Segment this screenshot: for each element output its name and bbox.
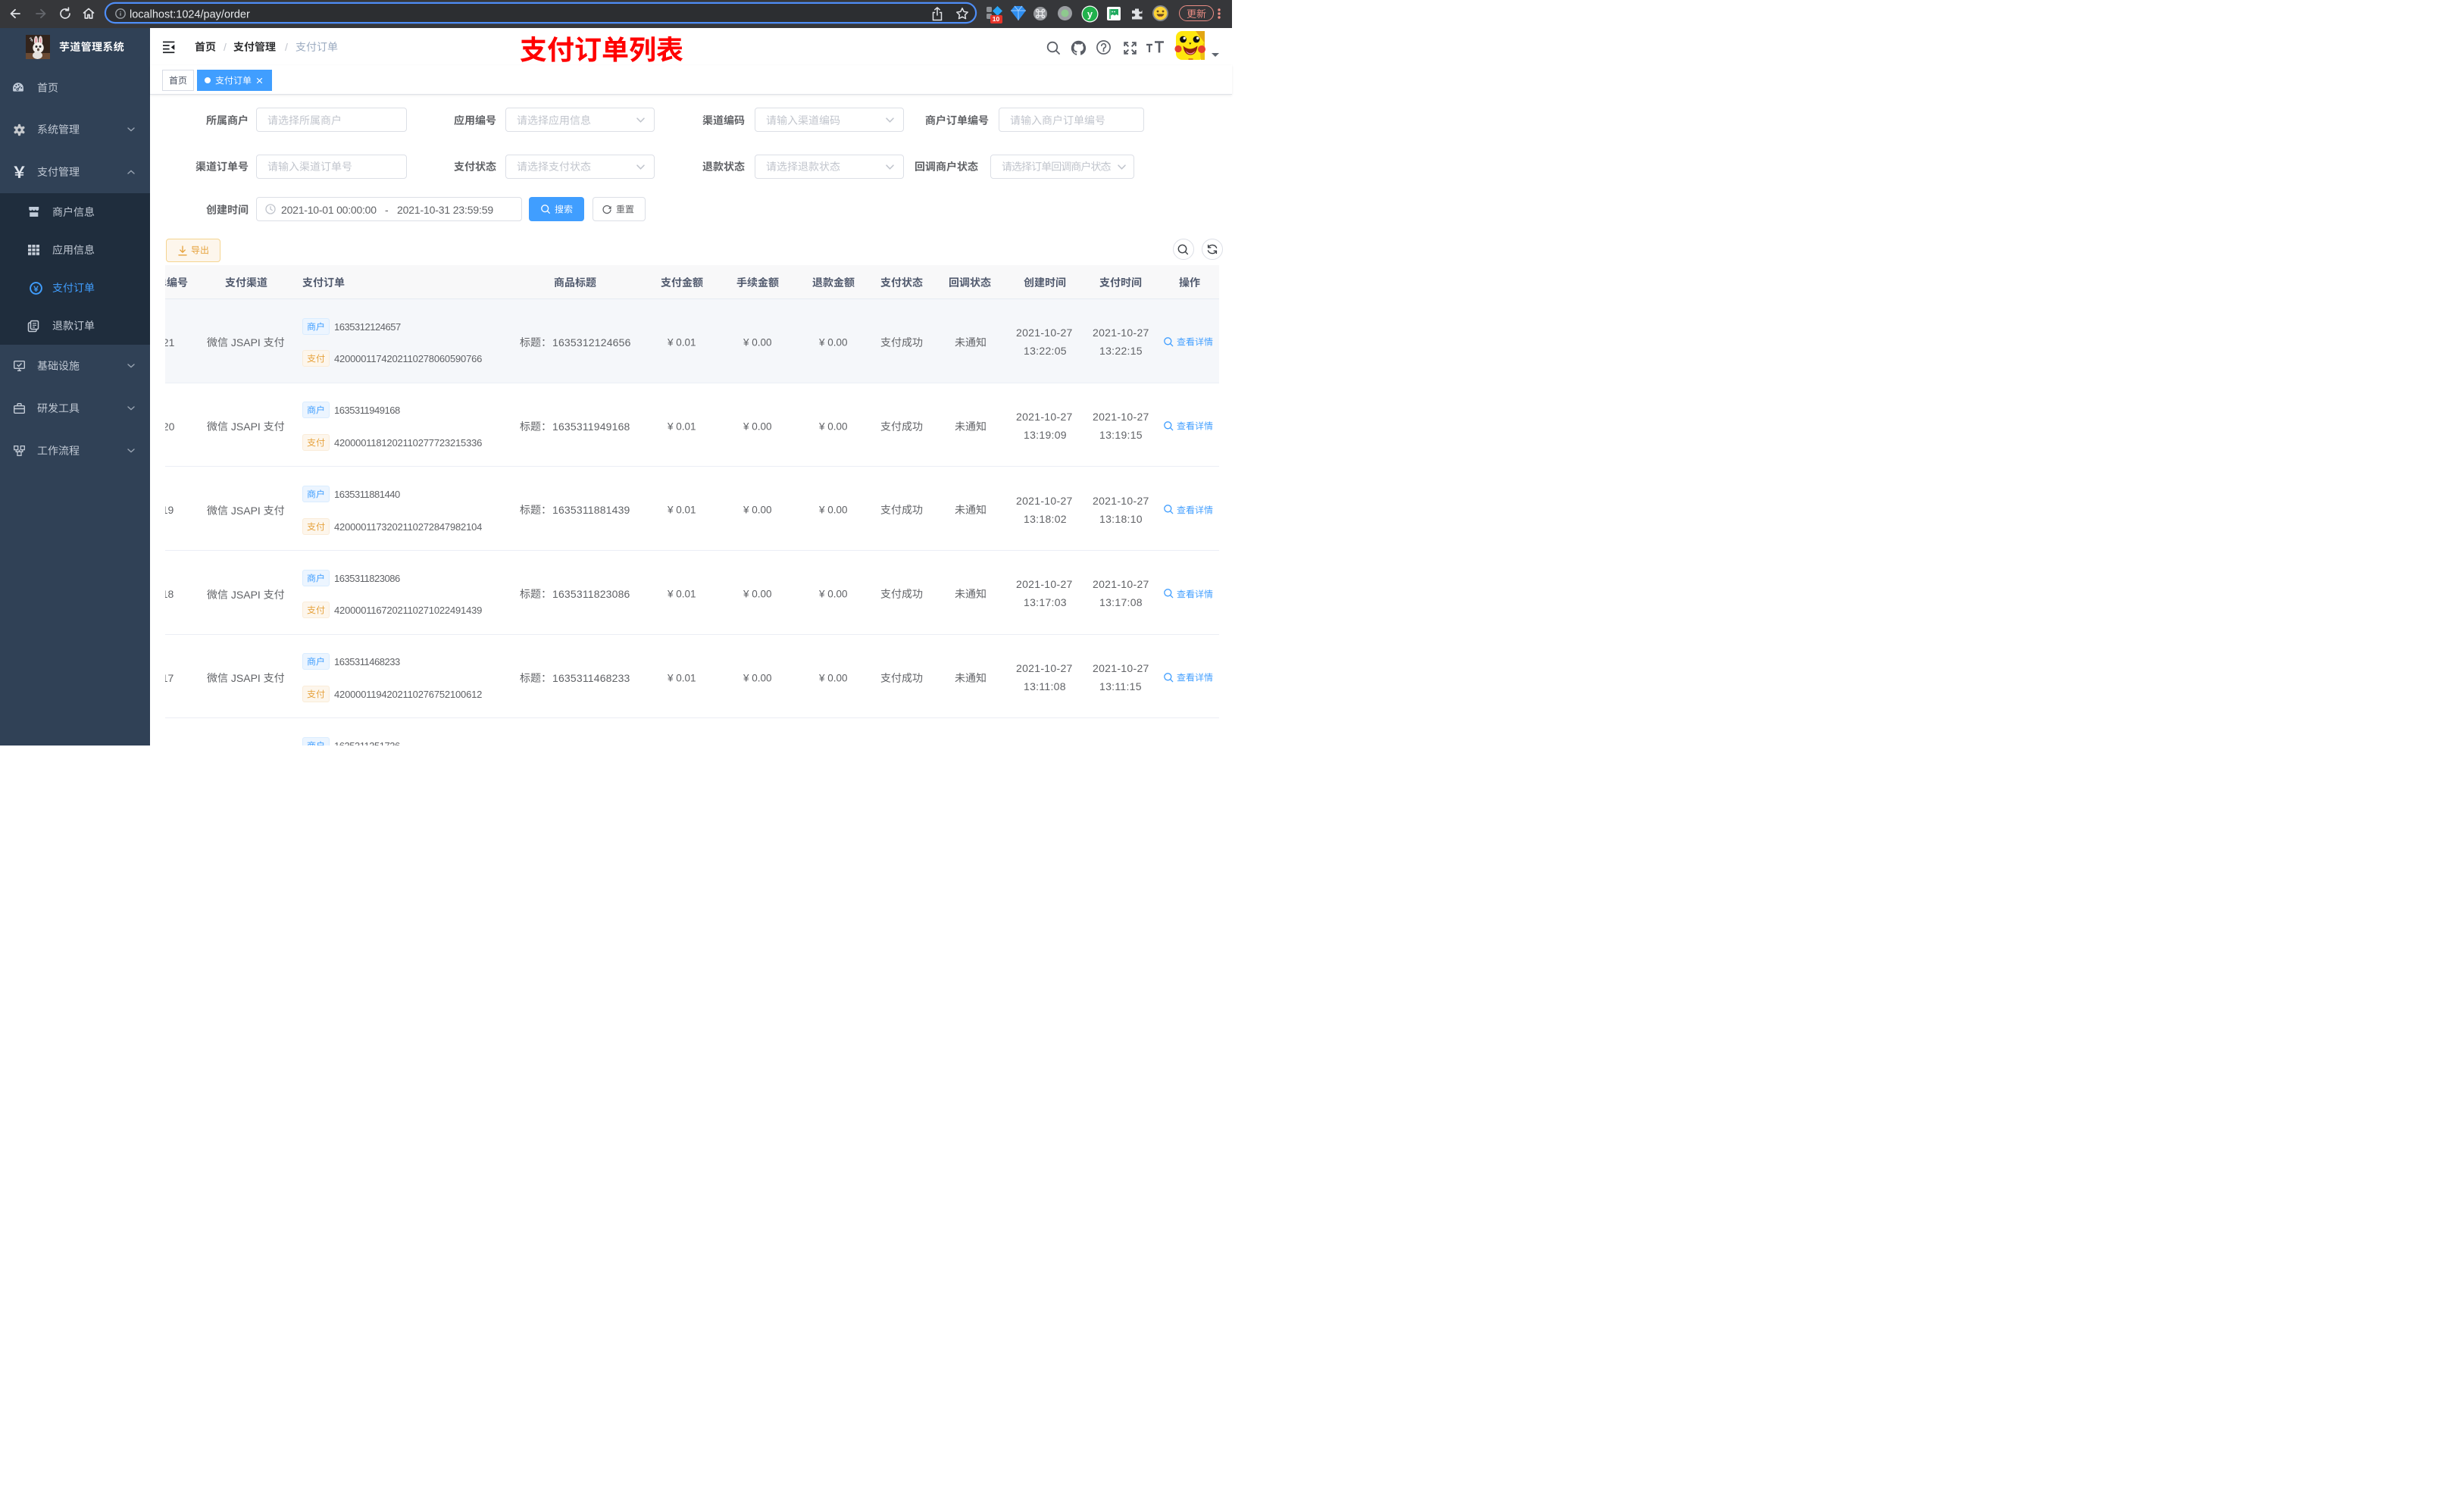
svg-text:2021-10-27: 2021-10-27	[1016, 578, 1073, 590]
svg-text:2021-10-27: 2021-10-27	[1093, 578, 1149, 590]
svg-text:4200001194202110276752100612: 4200001194202110276752100612	[334, 689, 482, 700]
svg-text:2021-10-27: 2021-10-27	[1016, 494, 1073, 506]
svg-text:118: 118	[165, 588, 174, 600]
svg-text:¥ 0.00: ¥ 0.00	[818, 336, 848, 348]
svg-text:1635311823086: 1635311823086	[334, 572, 400, 583]
svg-text:¥ 0.01: ¥ 0.01	[667, 336, 696, 348]
svg-text:¥ 0.00: ¥ 0.00	[818, 505, 848, 516]
svg-text:13:18:02: 13:18:02	[1024, 512, 1067, 524]
svg-text:¥ 0.00: ¥ 0.00	[743, 672, 772, 683]
svg-text:2021-10-27: 2021-10-27	[1093, 662, 1149, 674]
svg-text:¥ 0.00: ¥ 0.00	[743, 589, 772, 600]
svg-text:JSAPI: JSAPI	[228, 588, 264, 600]
svg-text:2021-10-27: 2021-10-27	[1016, 327, 1073, 339]
svg-text:1635311468233: 1635311468233	[334, 656, 400, 667]
svg-text:¥ 0.00: ¥ 0.00	[818, 589, 848, 600]
svg-text:1635311881439: 1635311881439	[552, 504, 630, 516]
svg-text:¥ 0.01: ¥ 0.01	[667, 672, 696, 683]
svg-text:JSAPI: JSAPI	[228, 420, 264, 433]
svg-text:2021-10-27: 2021-10-27	[1016, 411, 1073, 423]
svg-text:¥ 0.00: ¥ 0.00	[743, 505, 772, 516]
svg-text:JSAPI: JSAPI	[228, 672, 264, 684]
svg-text:¥ 0.00: ¥ 0.00	[743, 420, 772, 432]
svg-text:¥ 0.00: ¥ 0.00	[818, 420, 848, 432]
svg-text:1635311949168: 1635311949168	[334, 405, 400, 416]
svg-text:2021-10-27: 2021-10-27	[1093, 327, 1149, 339]
svg-text:13:19:09: 13:19:09	[1024, 429, 1067, 441]
svg-text:13:22:05: 13:22:05	[1024, 345, 1067, 357]
svg-text:1635311881440: 1635311881440	[334, 489, 400, 500]
svg-text:13:22:15: 13:22:15	[1099, 345, 1143, 357]
svg-text:1635311823086: 1635311823086	[552, 588, 630, 600]
svg-text:119: 119	[165, 504, 174, 516]
svg-text:JSAPI: JSAPI	[228, 505, 264, 517]
svg-text:13:19:15: 13:19:15	[1099, 429, 1143, 441]
svg-text:1635311949168: 1635311949168	[552, 420, 630, 432]
svg-text:4200001174202110278060590766: 4200001174202110278060590766	[334, 353, 482, 364]
svg-text:¥ 0.00: ¥ 0.00	[818, 672, 848, 683]
svg-text:1635312124657: 1635312124657	[334, 320, 401, 332]
svg-text:JSAPI: JSAPI	[228, 336, 264, 349]
svg-text:1635311468233: 1635311468233	[552, 671, 630, 683]
svg-text:120: 120	[165, 420, 175, 432]
svg-text:13:11:08: 13:11:08	[1024, 680, 1066, 692]
svg-text:2021-10-27: 2021-10-27	[1093, 411, 1149, 423]
svg-text:13:18:10: 13:18:10	[1099, 512, 1143, 524]
svg-text:4200001181202110277723215336: 4200001181202110277723215336	[334, 437, 482, 449]
svg-text:4200001167202110271022491439: 4200001167202110271022491439	[334, 605, 482, 616]
svg-text:1635312124656: 1635312124656	[552, 336, 631, 349]
svg-text:2021-10-27: 2021-10-27	[1093, 494, 1149, 506]
svg-text:¥ 0.01: ¥ 0.01	[667, 420, 696, 432]
svg-text:2021-10-27: 2021-10-27	[1016, 662, 1073, 674]
svg-text:1635311351736: 1635311351736	[334, 740, 400, 746]
svg-text:¥ 0.01: ¥ 0.01	[667, 505, 696, 516]
svg-text:¥ 0.01: ¥ 0.01	[667, 589, 696, 600]
svg-text:¥ 0.00: ¥ 0.00	[743, 336, 772, 348]
svg-text:117: 117	[165, 671, 174, 683]
svg-text:13:17:08: 13:17:08	[1099, 596, 1143, 608]
svg-text:13:17:03: 13:17:03	[1024, 596, 1067, 608]
svg-text:4200001173202110272847982104: 4200001173202110272847982104	[334, 520, 482, 532]
svg-text:121: 121	[165, 336, 175, 349]
svg-text:13:11:15: 13:11:15	[1099, 680, 1142, 692]
